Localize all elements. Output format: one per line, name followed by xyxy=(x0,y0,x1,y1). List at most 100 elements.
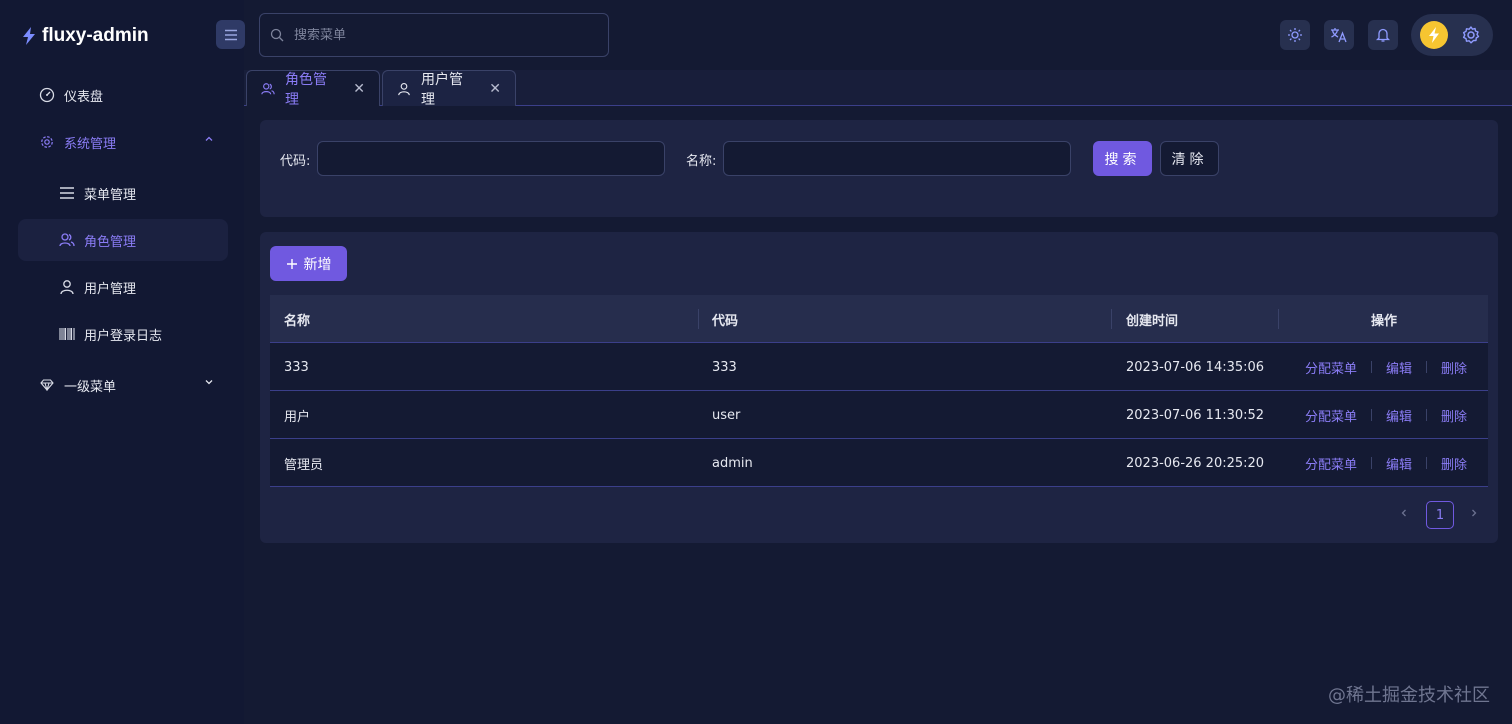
notifications-button[interactable] xyxy=(1368,20,1398,50)
user-icon xyxy=(397,82,411,96)
edit-link[interactable]: 编辑 xyxy=(1386,358,1412,377)
sun-icon xyxy=(1287,27,1303,43)
sidebar-item-label: 仪表盘 xyxy=(64,89,104,105)
delete-link[interactable]: 删除 xyxy=(1441,406,1467,425)
menu-list-icon xyxy=(58,184,76,202)
column-header-name: 名称 xyxy=(284,313,311,329)
column-divider xyxy=(1278,309,1279,329)
sidebar-item-user-management[interactable]: 用户管理 xyxy=(18,266,228,308)
add-button-label: 新增 xyxy=(303,256,332,273)
name-label: 名称: xyxy=(686,154,717,169)
users-icon xyxy=(261,82,275,96)
roles-table: 名称 代码 创建时间 操作 333 333 2023-07-06 14:35:0… xyxy=(270,295,1488,487)
tab-label: 用户管理 xyxy=(421,71,463,108)
code-input[interactable] xyxy=(318,142,664,175)
bell-icon xyxy=(1376,27,1390,43)
sidebar-item-label: 一级菜单 xyxy=(64,379,117,395)
cell-code: user xyxy=(712,407,741,423)
action-divider xyxy=(1426,361,1428,373)
users-icon xyxy=(58,231,76,249)
column-divider xyxy=(698,309,699,329)
sidebar-toggle-button[interactable] xyxy=(216,20,245,49)
user-icon xyxy=(58,278,76,296)
cell-created: 2023-06-26 20:25:20 xyxy=(1126,455,1265,471)
close-icon[interactable]: ✕ xyxy=(489,81,501,97)
user-menu[interactable] xyxy=(1411,14,1493,56)
search-icon xyxy=(270,28,284,42)
delete-link[interactable]: 删除 xyxy=(1441,358,1467,377)
action-divider xyxy=(1426,409,1428,421)
table-header: 名称 代码 创建时间 操作 xyxy=(270,295,1488,343)
barcode-icon xyxy=(58,325,76,343)
action-divider xyxy=(1426,457,1428,469)
row-actions: 分配菜单 编辑 删除 xyxy=(1305,391,1467,439)
translate-icon xyxy=(1330,27,1348,43)
tab-role-management[interactable]: 角色管理 ✕ xyxy=(246,70,380,108)
pagination-prev-icon[interactable] xyxy=(1399,508,1409,518)
row-actions: 分配菜单 编辑 删除 xyxy=(1305,439,1467,487)
theme-toggle-button[interactable] xyxy=(1280,20,1310,50)
dashboard-icon xyxy=(38,86,56,104)
cell-created: 2023-07-06 11:30:52 xyxy=(1126,407,1265,423)
plus-icon xyxy=(286,258,298,270)
bolt-icon xyxy=(1428,27,1440,43)
sidebar-item-label: 用户管理 xyxy=(84,281,137,297)
pagination-page[interactable]: 1 xyxy=(1426,501,1454,529)
hamburger-icon xyxy=(224,29,238,41)
gear-icon xyxy=(38,133,56,151)
assign-menu-link[interactable]: 分配菜单 xyxy=(1305,358,1357,377)
edit-link[interactable]: 编辑 xyxy=(1386,454,1412,473)
language-button[interactable] xyxy=(1324,20,1354,50)
tab-bar: 角色管理 ✕ 用户管理 ✕ xyxy=(244,70,1512,108)
sidebar-item-system[interactable]: 系统管理 xyxy=(18,121,228,163)
code-label: 代码: xyxy=(280,154,311,169)
search-button[interactable]: 搜索 xyxy=(1093,141,1152,176)
settings-gear-icon[interactable] xyxy=(1461,25,1481,45)
action-divider xyxy=(1371,361,1373,373)
search-box[interactable] xyxy=(259,13,609,57)
cell-created: 2023-07-06 14:35:06 xyxy=(1126,359,1265,375)
table-row: 用户 user 2023-07-06 11:30:52 分配菜单 编辑 删除 xyxy=(270,391,1488,439)
action-divider xyxy=(1371,409,1373,421)
cell-name: 333 xyxy=(284,359,309,375)
chevron-down-icon xyxy=(204,377,214,387)
tab-label: 角色管理 xyxy=(285,71,327,108)
assign-menu-link[interactable]: 分配菜单 xyxy=(1305,454,1357,473)
app-logo[interactable]: fluxy-admin xyxy=(22,24,149,48)
column-divider xyxy=(1111,309,1112,329)
avatar[interactable] xyxy=(1420,21,1448,49)
bolt-icon xyxy=(22,27,36,45)
clear-button[interactable]: 清除 xyxy=(1160,141,1219,176)
sidebar-item-label: 系统管理 xyxy=(64,136,117,152)
delete-link[interactable]: 删除 xyxy=(1441,454,1467,473)
close-icon[interactable]: ✕ xyxy=(353,81,365,97)
pagination-next-icon[interactable] xyxy=(1469,508,1479,518)
sidebar: fluxy-admin 仪表盘 系统管理 菜单管理 角色管理 用户管理 用户登录… xyxy=(0,0,244,724)
search-input[interactable] xyxy=(294,27,584,43)
edit-link[interactable]: 编辑 xyxy=(1386,406,1412,425)
watermark: @稀土掘金技术社区 xyxy=(1328,685,1490,706)
sidebar-item-menu-management[interactable]: 菜单管理 xyxy=(18,172,228,214)
diamond-icon xyxy=(38,376,56,394)
tab-user-management[interactable]: 用户管理 ✕ xyxy=(382,70,516,108)
column-header-code: 代码 xyxy=(712,313,739,329)
column-header-created: 创建时间 xyxy=(1126,313,1179,329)
table-row: 管理员 admin 2023-06-26 20:25:20 分配菜单 编辑 删除 xyxy=(270,439,1488,487)
name-field[interactable] xyxy=(723,141,1071,176)
cell-code: admin xyxy=(712,455,753,471)
chevron-up-icon xyxy=(204,134,214,144)
sidebar-item-login-log[interactable]: 用户登录日志 xyxy=(18,313,228,355)
cell-name: 管理员 xyxy=(284,457,324,473)
app-title: fluxy-admin xyxy=(42,25,149,46)
sidebar-item-dashboard[interactable]: 仪表盘 xyxy=(18,74,228,116)
cell-name: 用户 xyxy=(284,409,311,425)
assign-menu-link[interactable]: 分配菜单 xyxy=(1305,406,1357,425)
code-field[interactable] xyxy=(317,141,665,176)
sidebar-item-role-management[interactable]: 角色管理 xyxy=(18,219,228,261)
add-button[interactable]: 新增 xyxy=(270,246,347,281)
action-divider xyxy=(1371,457,1373,469)
sidebar-item-first-level-menu[interactable]: 一级菜单 xyxy=(18,364,228,406)
sidebar-item-label: 用户登录日志 xyxy=(84,328,163,344)
name-input[interactable] xyxy=(724,142,1070,175)
table-row: 333 333 2023-07-06 14:35:06 分配菜单 编辑 删除 xyxy=(270,343,1488,391)
